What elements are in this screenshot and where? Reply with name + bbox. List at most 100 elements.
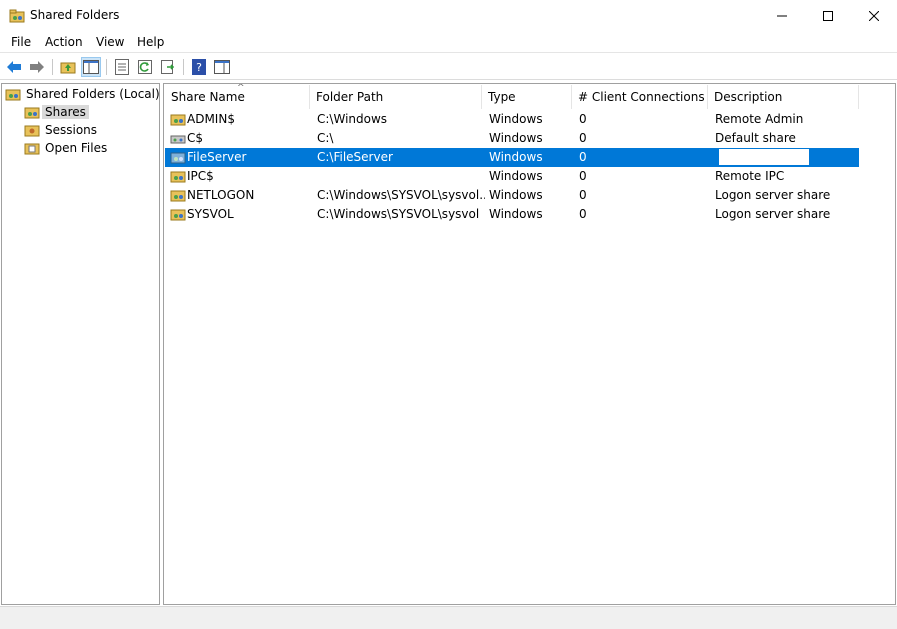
maximize-button[interactable] bbox=[805, 0, 851, 31]
folder-path-cell: C:\ bbox=[317, 131, 334, 145]
show-hide-action-pane-button[interactable] bbox=[212, 57, 232, 77]
client-connections-cell: 0 bbox=[579, 112, 587, 126]
share-name-cell: SYSVOL bbox=[187, 207, 234, 221]
description-cell: Logon server share bbox=[715, 188, 831, 202]
shares-list: Share Name ^ Folder Path Type # Client C… bbox=[163, 83, 896, 605]
window-title: Shared Folders bbox=[30, 8, 120, 22]
properties-button[interactable] bbox=[112, 57, 132, 77]
column-header-label: # Client Connections bbox=[578, 90, 705, 104]
shared-folder-icon bbox=[5, 89, 21, 101]
type-cell: Windows bbox=[489, 150, 543, 164]
minimize-icon bbox=[777, 15, 787, 16]
tree-item-label: Shared Folders (Local) bbox=[26, 87, 160, 101]
shared-folder-icon bbox=[9, 9, 25, 23]
open-files-icon bbox=[24, 143, 40, 155]
tree-item-shares[interactable]: Shares bbox=[24, 103, 89, 121]
sessions-icon bbox=[24, 125, 40, 137]
share-folder-icon bbox=[170, 152, 186, 164]
folder-path-cell: C:\Windows bbox=[317, 112, 388, 126]
column-header-type[interactable]: Type bbox=[482, 85, 572, 109]
menu-file[interactable]: File bbox=[11, 35, 31, 49]
close-icon bbox=[869, 10, 879, 21]
folder-path-cell: C:\FileServer bbox=[317, 150, 393, 164]
maximize-icon bbox=[823, 10, 833, 21]
show-hide-tree-button[interactable] bbox=[81, 57, 101, 77]
type-cell: Windows bbox=[489, 131, 543, 145]
share-folder-icon bbox=[170, 190, 186, 202]
toolbar: ? bbox=[0, 54, 897, 80]
show-hide-tree-icon bbox=[83, 60, 99, 74]
tree-item-label: Sessions bbox=[45, 123, 98, 137]
menu-help[interactable]: Help bbox=[137, 35, 164, 49]
description-cell: Logon server share bbox=[715, 207, 831, 221]
toolbar-separator bbox=[52, 59, 53, 75]
description-edit-field[interactable] bbox=[719, 149, 809, 165]
client-connections-cell: 0 bbox=[579, 131, 587, 145]
description-cell: Default share bbox=[715, 131, 796, 145]
type-cell: Windows bbox=[489, 169, 543, 183]
drive-share-icon bbox=[170, 135, 186, 144]
up-folder-icon bbox=[60, 62, 76, 74]
share-name-cell: C$ bbox=[187, 131, 204, 145]
column-header-label: Description bbox=[714, 90, 783, 104]
table-row-selected[interactable]: FileServer C:\FileServer Windows 0 bbox=[165, 148, 859, 167]
client-connections-cell: 0 bbox=[579, 150, 587, 164]
client-connections-cell: 0 bbox=[579, 169, 587, 183]
client-connections-cell: 0 bbox=[579, 188, 587, 202]
export-list-button[interactable] bbox=[158, 57, 178, 77]
status-bar bbox=[0, 606, 897, 629]
forward-icon bbox=[30, 61, 44, 73]
help-button[interactable]: ? bbox=[189, 57, 209, 77]
column-header-label: Type bbox=[488, 90, 516, 104]
up-folder-button[interactable] bbox=[58, 57, 78, 77]
show-hide-action-pane-icon bbox=[214, 60, 230, 74]
type-cell: Windows bbox=[489, 188, 543, 202]
share-name-cell: NETLOGON bbox=[187, 188, 255, 202]
table-row[interactable]: NETLOGON C:\Windows\SYSVOL\sysvol... Win… bbox=[165, 186, 859, 205]
export-list-icon bbox=[161, 60, 175, 74]
column-header-client-connections[interactable]: # Client Connections bbox=[572, 85, 708, 109]
share-name-cell: ADMIN$ bbox=[187, 112, 235, 126]
tree-item-label: Shares bbox=[42, 105, 89, 119]
description-cell: Remote Admin bbox=[715, 112, 804, 126]
svg-text:?: ? bbox=[196, 61, 202, 74]
description-cell: Remote IPC bbox=[715, 169, 785, 183]
share-name-cell: IPC$ bbox=[187, 169, 214, 183]
table-row[interactable]: C$ C:\ Windows 0 Default share bbox=[165, 129, 859, 148]
type-cell: Windows bbox=[489, 112, 543, 126]
share-folder-icon bbox=[170, 171, 186, 183]
menu-action[interactable]: Action bbox=[45, 35, 83, 49]
menu-view[interactable]: View bbox=[96, 35, 124, 49]
column-header-folder-path[interactable]: Folder Path bbox=[310, 85, 482, 109]
shares-icon bbox=[24, 107, 40, 119]
share-folder-icon bbox=[170, 114, 186, 126]
column-header-description[interactable]: Description bbox=[708, 85, 859, 109]
column-header-share-name[interactable]: Share Name ^ bbox=[165, 83, 310, 109]
tree-item-sessions[interactable]: Sessions bbox=[24, 121, 100, 139]
table-row[interactable]: SYSVOL C:\Windows\SYSVOL\sysvol Windows … bbox=[165, 205, 859, 224]
toolbar-separator bbox=[106, 59, 107, 75]
share-name-cell: FileServer bbox=[187, 150, 247, 164]
close-button[interactable] bbox=[851, 0, 897, 31]
type-cell: Windows bbox=[489, 207, 543, 221]
tree-item-open-files[interactable]: Open Files bbox=[24, 139, 110, 157]
table-row[interactable]: IPC$ Windows 0 Remote IPC bbox=[165, 167, 859, 186]
folder-path-cell: C:\Windows\SYSVOL\sysvol... bbox=[317, 188, 485, 202]
forward-button[interactable] bbox=[27, 57, 47, 77]
tree-item-root[interactable]: Shared Folders (Local) bbox=[5, 85, 163, 103]
help-icon: ? bbox=[192, 59, 206, 75]
title-bar: Shared Folders bbox=[0, 0, 897, 31]
refresh-icon bbox=[138, 60, 152, 74]
console-tree: Shared Folders (Local) Shares Sessions O… bbox=[1, 83, 160, 605]
menu-bar: File Action View Help bbox=[0, 31, 897, 53]
minimize-button[interactable] bbox=[759, 0, 805, 31]
toolbar-separator bbox=[183, 59, 184, 75]
sort-ascending-icon: ^ bbox=[237, 83, 245, 93]
column-header-label: Share Name bbox=[171, 90, 245, 104]
back-button[interactable] bbox=[4, 57, 24, 77]
refresh-button[interactable] bbox=[135, 57, 155, 77]
folder-path-cell: C:\Windows\SYSVOL\sysvol bbox=[317, 207, 480, 221]
share-folder-icon bbox=[170, 209, 186, 221]
client-connections-cell: 0 bbox=[579, 207, 587, 221]
table-row[interactable]: ADMIN$ C:\Windows Windows 0 Remote Admin bbox=[165, 110, 859, 129]
